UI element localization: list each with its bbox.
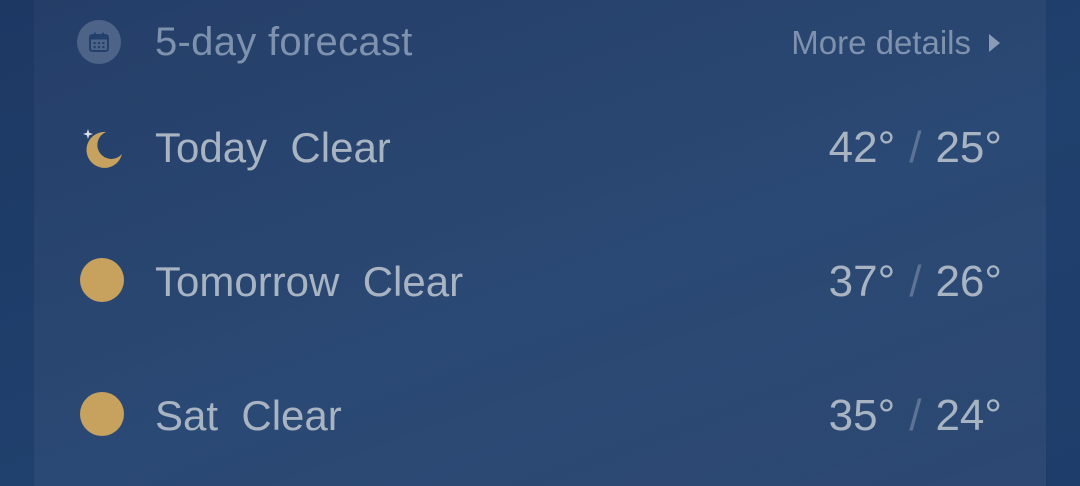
forecast-day-label: Tomorrow Clear <box>155 256 463 308</box>
weather-screen: 5-day forecast More details Today Clear … <box>0 0 1080 486</box>
chevron-right-icon <box>989 34 1000 52</box>
forecast-day-label: Sat Clear <box>155 390 342 442</box>
forecast-day-label: Today Clear <box>155 122 391 174</box>
temperature-range: 42° / 25° <box>829 122 1002 174</box>
forecast-row-today[interactable]: Today Clear 42° / 25° <box>34 108 1046 188</box>
temp-separator: / <box>909 391 922 440</box>
forecast-row-tomorrow[interactable]: Tomorrow Clear 37° / 26° <box>34 242 1046 322</box>
forecast-card: 5-day forecast More details Today Clear … <box>34 0 1046 486</box>
condition-text: Clear <box>241 392 342 439</box>
low-temp: 26° <box>935 257 1002 306</box>
temp-separator: / <box>909 123 922 172</box>
moon-icon <box>80 124 126 170</box>
forecast-header: 5-day forecast More details <box>34 0 1046 86</box>
more-details-link[interactable]: More details <box>791 22 1000 64</box>
forecast-row-sat[interactable]: Sat Clear 35° / 24° <box>34 376 1046 456</box>
sun-disc <box>80 258 124 302</box>
forecast-title: 5-day forecast <box>155 20 413 64</box>
condition-text: Clear <box>362 258 464 305</box>
day-name: Tomorrow <box>155 258 340 305</box>
calendar-icon <box>77 20 121 64</box>
day-name: Sat <box>155 392 219 439</box>
high-temp: 42° <box>828 123 896 172</box>
day-name: Today <box>155 124 268 171</box>
low-temp: 25° <box>935 123 1002 172</box>
sun-icon <box>80 392 126 438</box>
condition-text: Clear <box>290 124 391 171</box>
high-temp: 37° <box>828 257 896 306</box>
sun-icon <box>80 258 126 304</box>
temperature-range: 35° / 24° <box>829 390 1002 442</box>
low-temp: 24° <box>935 391 1002 440</box>
temperature-range: 37° / 26° <box>829 256 1002 308</box>
sun-disc <box>80 392 124 436</box>
more-details-label: More details <box>791 24 971 61</box>
temp-separator: / <box>909 257 922 306</box>
high-temp: 35° <box>828 391 896 440</box>
